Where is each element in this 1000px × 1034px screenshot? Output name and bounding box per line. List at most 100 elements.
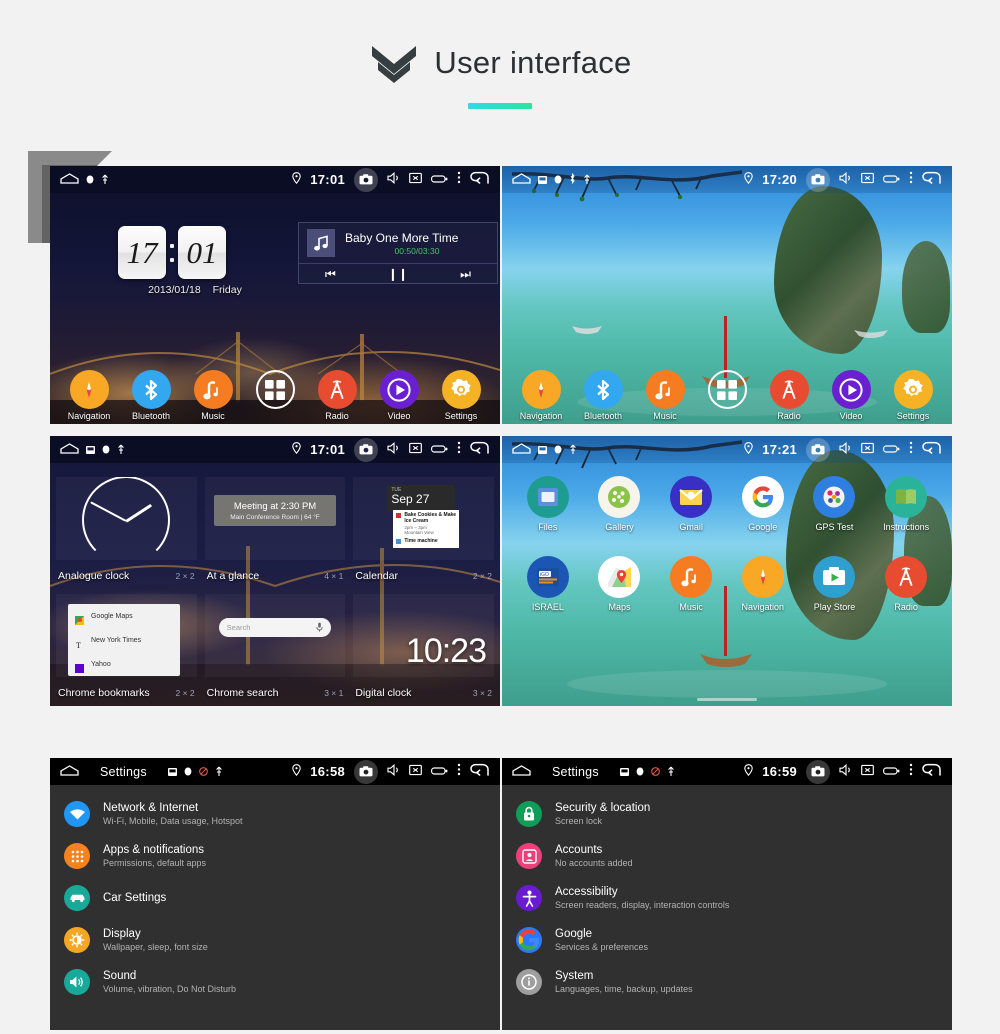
volume-icon[interactable] (839, 763, 852, 781)
gear-icon (893, 370, 933, 409)
settings-item-accounts[interactable]: Accounts No accounts added (502, 835, 952, 877)
dock-item-settings[interactable]: Settings (434, 370, 488, 421)
widget-tile-analogue-clock[interactable]: Analogue clock 2 × 2 (56, 469, 197, 586)
music-note-icon (193, 370, 233, 409)
overflow-menu-icon[interactable] (909, 171, 913, 189)
widget-tile-chrome-search[interactable]: Search Chrome search 3 × 1 (204, 586, 346, 703)
app-item-play-store[interactable]: Play Store (803, 556, 865, 612)
dock-item-navigation[interactable]: Navigation (62, 370, 116, 421)
camera-icon[interactable] (806, 759, 830, 784)
volume-icon[interactable] (387, 171, 400, 189)
settings-item-sound[interactable]: Sound Volume, vibration, Do Not Disturb (50, 961, 500, 1003)
app-item-files[interactable]: Files (517, 476, 579, 532)
bluetooth-icon (583, 370, 623, 409)
bookmark-label: Google Maps (91, 612, 133, 620)
dock-label: Radio (325, 411, 349, 421)
back-arrow-icon[interactable] (470, 171, 489, 189)
settings-item-apps-notifications[interactable]: Apps & notifications Permissions, default… (50, 835, 500, 877)
widget-tile-chrome-bookmarks[interactable]: Google Maps T New York Times Yahoo Chrom… (56, 586, 197, 703)
dock-item-bluetooth[interactable]: Bluetooth (124, 370, 178, 421)
app-item-instructions[interactable]: Instructions (875, 476, 937, 532)
dock-item-navigation[interactable]: Navigation (514, 370, 568, 421)
widget-preview: Search (204, 594, 346, 677)
settings-item-network-internet[interactable]: Network & Internet Wi-Fi, Mobile, Data us… (50, 793, 500, 835)
settings-item-subtitle: Languages, time, backup, updates (555, 984, 693, 994)
screenshot-icon[interactable] (409, 763, 422, 781)
music-note-icon (645, 370, 685, 409)
widget-tile-digital-clock[interactable]: 10:23 Digital clock 3 × 2 (353, 586, 495, 703)
app-item-radio[interactable]: Radio (875, 556, 937, 612)
dock-item-radio[interactable]: Radio (762, 370, 816, 421)
volume-icon[interactable] (839, 441, 852, 459)
overflow-menu-icon[interactable] (909, 441, 913, 459)
app-item-maps[interactable]: Maps (588, 556, 650, 612)
back-arrow-icon[interactable] (922, 171, 941, 189)
home-icon[interactable] (512, 441, 531, 459)
volume-icon[interactable] (839, 171, 852, 189)
settings-item-security-location[interactable]: Security & location Screen lock (502, 793, 952, 835)
home-icon[interactable] (60, 171, 79, 189)
clock-weekday: Friday (212, 284, 242, 296)
settings-list: Security & location Screen lock Accounts No… (502, 785, 952, 1030)
screenshot-icon[interactable] (409, 441, 422, 459)
back-arrow-icon[interactable] (922, 763, 941, 781)
app-item-google[interactable]: Google (732, 476, 794, 532)
home-icon[interactable] (512, 763, 531, 781)
dock-item-settings[interactable]: Settings (886, 370, 940, 421)
camera-icon[interactable] (354, 167, 378, 192)
pause-button[interactable]: ❙❙ (388, 267, 408, 281)
settings-item-google[interactable]: Google Services & preferences (502, 919, 952, 961)
settings-item-accessibility[interactable]: Accessibility Screen readers, display, in… (502, 877, 952, 919)
screenshot-icon[interactable] (861, 171, 874, 189)
settings-item-system[interactable]: System Languages, time, backup, updates (502, 961, 952, 1003)
widget-tile-calendar[interactable]: TUE Sep 27 Bake Cookies & Make Ice Cream… (353, 469, 495, 586)
dock-item-apps[interactable]: Apps (248, 370, 302, 421)
app-item-gmail[interactable]: Gmail (660, 476, 722, 532)
settings-item-car-settings[interactable]: Car Settings (50, 877, 500, 919)
wifi-icon (64, 801, 90, 827)
camera-icon[interactable] (806, 167, 830, 192)
dock-item-apps[interactable]: Apps (700, 370, 754, 421)
camera-icon[interactable] (354, 759, 378, 784)
next-button[interactable]: ⏭ (460, 267, 471, 282)
overflow-menu-icon[interactable] (457, 441, 461, 459)
settings-item-display[interactable]: Display Wallpaper, sleep, font size (50, 919, 500, 961)
dock-item-music[interactable]: Music (186, 370, 240, 421)
dock-item-music[interactable]: Music (638, 370, 692, 421)
widget-tile-at-a-glance[interactable]: Meeting at 2:30 PM Main Conference Room … (204, 469, 346, 586)
screenshot-icon[interactable] (409, 171, 422, 189)
widget-size: 2 × 2 (472, 571, 493, 581)
dock-item-video[interactable]: Video (372, 370, 426, 421)
app-item-navigation[interactable]: Navigation (732, 556, 794, 612)
dock-label: Navigation (67, 411, 111, 421)
app-item-music[interactable]: Music (660, 556, 722, 612)
music-player-widget[interactable]: Baby One More Time 00:50/03:30 ⏮ ❙❙ ⏭ (298, 222, 498, 284)
app-item-gps-test[interactable]: GPS Test (803, 476, 865, 532)
home-icon[interactable] (512, 171, 531, 189)
camera-icon[interactable] (354, 437, 378, 462)
overflow-menu-icon[interactable] (909, 763, 913, 781)
home-icon[interactable] (60, 441, 79, 459)
dock-item-bluetooth[interactable]: Bluetooth (576, 370, 630, 421)
settings-item-subtitle: Screen readers, display, interaction con… (555, 900, 730, 910)
app-item-gallery[interactable]: Gallery (588, 476, 650, 532)
camera-icon[interactable] (806, 437, 830, 462)
flip-clock-widget[interactable]: 17 01 (118, 226, 226, 279)
previous-button[interactable]: ⏮ (325, 267, 336, 282)
overflow-menu-icon[interactable] (457, 171, 461, 189)
overflow-menu-icon[interactable] (457, 763, 461, 781)
screenshot-icon[interactable] (861, 441, 874, 459)
screenshot-icon[interactable] (861, 763, 874, 781)
usb-icon (583, 171, 591, 189)
volume-icon[interactable] (387, 441, 400, 459)
back-arrow-icon[interactable] (470, 441, 489, 459)
home-icon[interactable] (60, 763, 79, 781)
dock-item-video[interactable]: Video (824, 370, 878, 421)
drawer-handle[interactable] (697, 698, 757, 701)
volume-icon[interactable] (387, 763, 400, 781)
palette-icon (598, 476, 641, 518)
dock-item-radio[interactable]: Radio (310, 370, 364, 421)
back-arrow-icon[interactable] (922, 441, 941, 459)
back-arrow-icon[interactable] (470, 763, 489, 781)
app-item-israel[interactable]: iGO ISRAEL (517, 556, 579, 612)
